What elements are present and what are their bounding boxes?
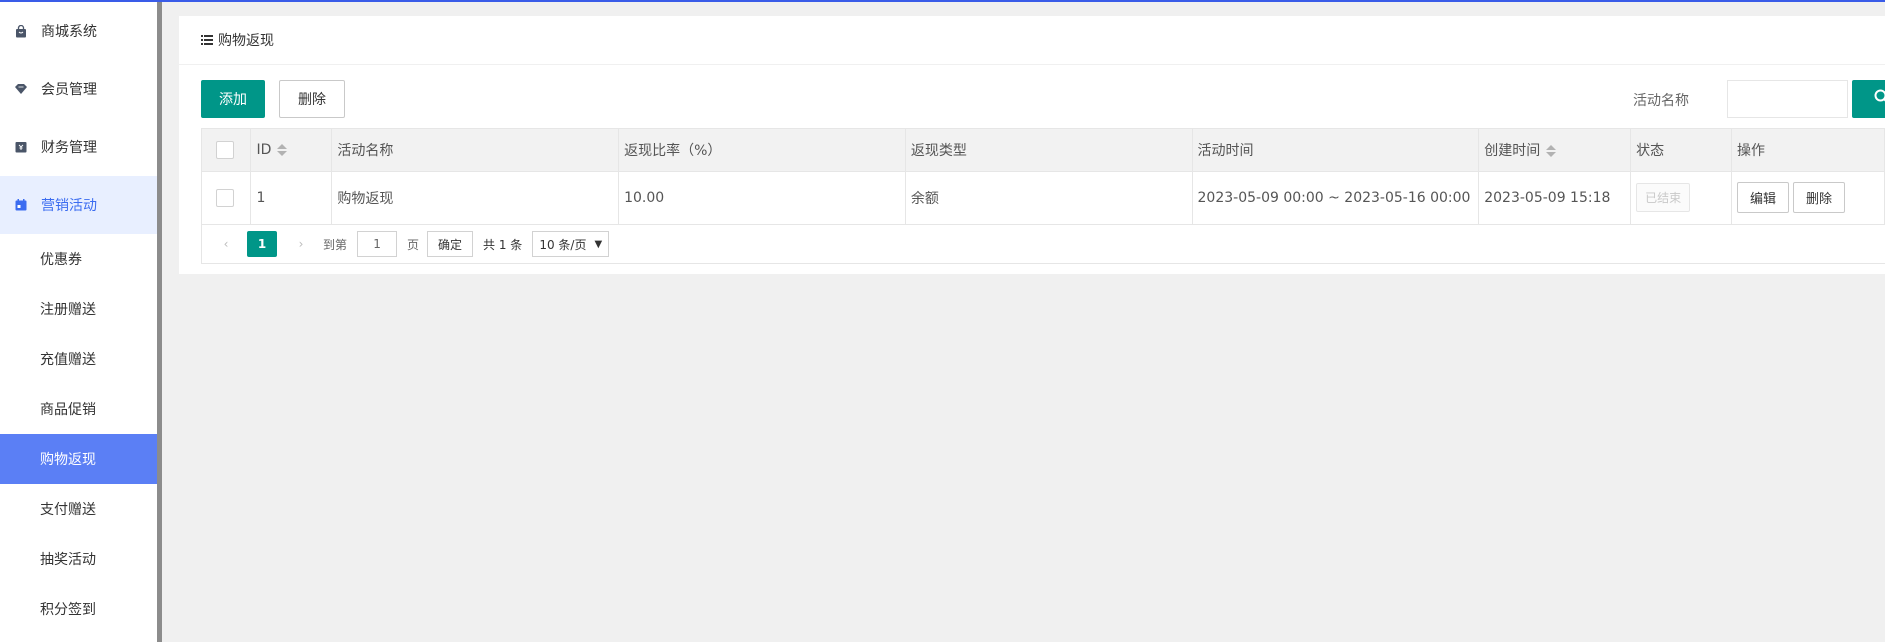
select-all-checkbox[interactable] (216, 140, 234, 159)
row-checkbox-cell (202, 171, 252, 225)
goto-page-input[interactable]: 1 (357, 231, 398, 257)
sidebar-item-label: 营销活动 (41, 198, 97, 214)
header-created-label: 创建时间 (1484, 142, 1541, 159)
search-input[interactable] (1727, 80, 1848, 118)
sidebar-item-label: 会员管理 (41, 82, 97, 98)
sidebar-subitem-recharge-gift[interactable]: 充值赠送 (0, 334, 157, 384)
next-page-icon[interactable]: › (291, 237, 311, 251)
edit-button[interactable]: 编辑 (1737, 182, 1790, 213)
add-button[interactable]: 添加 (201, 80, 265, 118)
header-activity-name: 活动名称 (331, 129, 620, 172)
sidebar-item-marketing-activities[interactable]: 营销活动 (0, 176, 157, 234)
pagination: ‹ 1 › 到第 1 页 确定 共 1 条 10 条/页 ▼ (202, 225, 610, 263)
sidebar-subitem-product-promotion[interactable]: 商品促销 (0, 384, 157, 434)
total-count: 共 1 条 (483, 237, 523, 252)
top-accent-bar (0, 0, 1885, 2)
confirm-button[interactable]: 确定 (427, 231, 474, 257)
cell-cashback-type: 余额 (905, 171, 1193, 225)
search-label: 活动名称 (1633, 93, 1689, 109)
table-header-row: ID 活动名称 返现比率（%） 返现类型 活动时间 创建时间 状态 操作 (202, 129, 1885, 172)
table-row: 1 购物返现 10.00 余额 2023-05-09 00:00 ~ 2023-… (202, 171, 1885, 225)
sidebar-item-finance-management[interactable]: 财务管理 (0, 118, 157, 176)
sidebar-item-mall-system[interactable]: 商城系统 (0, 2, 157, 60)
sidebar-subitem-coupons[interactable]: 优惠券 (0, 234, 157, 284)
status-badge: 已结束 (1636, 183, 1691, 212)
sidebar-subitem-lottery[interactable]: 抽奖活动 (0, 534, 157, 584)
sidebar-subitem-points-checkin[interactable]: 积分签到 (0, 584, 157, 634)
header-checkbox-cell (202, 129, 252, 172)
search-icon (1874, 89, 1885, 109)
data-table: ID 活动名称 返现比率（%） 返现类型 活动时间 创建时间 状态 操作 1 购… (201, 128, 1885, 264)
page-number-current[interactable]: 1 (247, 231, 277, 257)
prev-page-icon[interactable]: ‹ (216, 237, 236, 251)
sidebar-item-label: 财务管理 (41, 140, 97, 156)
wallet-icon (14, 140, 28, 154)
header-id-label: ID (256, 141, 272, 158)
cell-status: 已结束 (1630, 171, 1733, 225)
cell-actions: 编辑 删除 (1731, 171, 1885, 225)
cell-activity-name: 购物返现 (331, 171, 620, 225)
search-button[interactable] (1852, 80, 1885, 118)
header-status: 状态 (1630, 129, 1733, 172)
cell-created-time: 2023-05-09 15:18 (1478, 171, 1632, 225)
bag-icon (14, 24, 28, 38)
header-created-time[interactable]: 创建时间 (1478, 129, 1632, 172)
sidebar-item-label: 商城系统 (41, 24, 97, 40)
cell-activity-time: 2023-05-09 00:00 ~ 2023-05-16 00:00 (1192, 171, 1480, 225)
page-unit-label: 页 (407, 237, 420, 252)
header-cashback-rate: 返现比率（%） (618, 129, 906, 172)
cell-cashback-rate: 10.00 (618, 171, 906, 225)
list-icon (201, 35, 213, 45)
calendar-icon (14, 198, 28, 212)
sidebar-subitem-register-gift[interactable]: 注册赠送 (0, 284, 157, 334)
sort-icon[interactable] (1546, 144, 1557, 157)
page-size-select[interactable]: 10 条/页 ▼ (532, 231, 610, 257)
sidebar-item-member-management[interactable]: 会员管理 (0, 60, 157, 118)
toolbar: 添加 删除 活动名称 (201, 80, 1885, 118)
panel-header: 购物返现 (179, 16, 1885, 65)
page-size-value: 10 条/页 (539, 237, 587, 252)
row-checkbox[interactable] (216, 188, 234, 207)
main-panel: 购物返现 添加 删除 活动名称 ID 活动名称 返现比率（%） 返现类型 活动时… (179, 16, 1885, 274)
header-activity-time: 活动时间 (1192, 129, 1480, 172)
goto-label: 到第 (323, 237, 348, 252)
cashback-table: ID 活动名称 返现比率（%） 返现类型 活动时间 创建时间 状态 操作 1 购… (202, 129, 1885, 225)
sidebar-subitem-payment-gift[interactable]: 支付赠送 (0, 484, 157, 534)
sort-icon[interactable] (277, 143, 288, 156)
chevron-down-icon: ▼ (594, 238, 603, 250)
row-delete-button[interactable]: 删除 (1793, 182, 1846, 213)
header-actions: 操作 (1731, 129, 1885, 172)
cell-id: 1 (250, 171, 333, 225)
sidebar: 商城系统 会员管理 财务管理 营销活动 优惠券 注册赠送 充值赠送 商品促销 购… (0, 2, 162, 642)
header-cashback-type: 返现类型 (905, 129, 1193, 172)
sidebar-subitem-shopping-cashback[interactable]: 购物返现 (0, 434, 157, 484)
delete-button[interactable]: 删除 (279, 80, 345, 118)
header-id[interactable]: ID (250, 129, 333, 172)
diamond-icon (14, 82, 28, 96)
page-title: 购物返现 (218, 33, 274, 49)
